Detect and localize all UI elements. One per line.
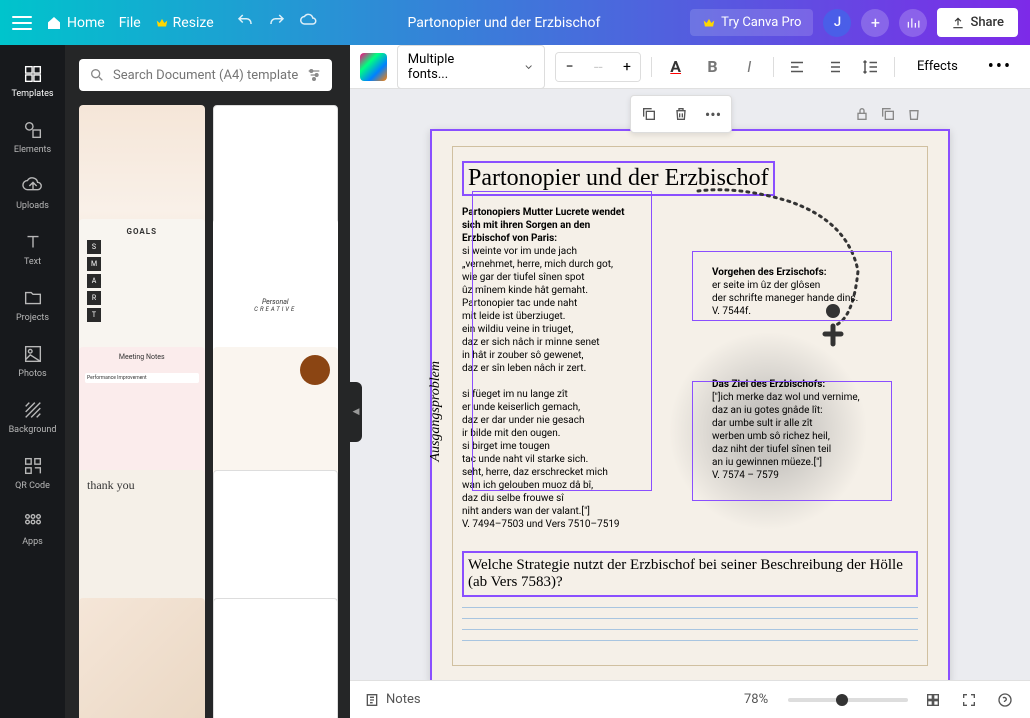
rail-qrcode[interactable]: QR Code xyxy=(0,445,65,501)
help-button[interactable] xyxy=(994,689,1016,711)
text-color-button[interactable]: A xyxy=(662,53,689,81)
crown-icon xyxy=(155,16,169,30)
home-icon xyxy=(46,15,62,31)
avatar[interactable]: J xyxy=(823,9,851,37)
font-size-plus[interactable]: + xyxy=(614,53,641,81)
templates-grid[interactable]: GOALS S M A R T Personal CREATIVE Meetin… xyxy=(79,91,344,718)
top-header: Home File Resize Partonopier und der Erz… xyxy=(0,0,1030,45)
left-body: si weinte vor im unde jach „vernehmet, h… xyxy=(462,246,613,517)
zoom-slider[interactable] xyxy=(788,698,908,702)
more-options-button[interactable]: ••• xyxy=(980,52,1020,81)
left-heading: Partonopiers Mutter Lucrete wendet sich … xyxy=(462,207,625,244)
template-thumb[interactable]: Notes xyxy=(79,598,205,718)
zoom-control: 78% xyxy=(744,692,908,707)
rail-templates[interactable]: Templates xyxy=(0,53,65,109)
rail-text[interactable]: Text xyxy=(0,221,65,277)
italic-button[interactable]: I xyxy=(736,53,763,81)
search-icon xyxy=(89,67,105,83)
duplicate-page-icon[interactable] xyxy=(877,103,899,125)
canvas-viewport[interactable]: ••• Partonopier und der Erzbischof Ausga… xyxy=(350,89,1030,680)
rail-elements[interactable]: Elements xyxy=(0,109,65,165)
search-wrap xyxy=(79,59,332,91)
chevron-down-icon xyxy=(523,61,534,73)
fullscreen-button[interactable] xyxy=(958,689,980,711)
font-size-control: − -- + xyxy=(555,52,641,82)
spacing-button[interactable] xyxy=(857,53,884,81)
try-pro-label: Try Canva Pro xyxy=(721,15,801,30)
left-verses: V. 7494–7503 und Vers 7510–7519 xyxy=(462,519,620,530)
main-area: Templates Elements Uploads Text Projects… xyxy=(0,45,1030,718)
editor-toolbar: Multiple fonts... − -- + A B I Effects •… xyxy=(350,45,1030,89)
delete-page-icon[interactable] xyxy=(903,103,925,125)
font-size-minus[interactable]: − xyxy=(556,53,583,81)
home-button[interactable]: Home xyxy=(46,15,105,31)
home-label: Home xyxy=(67,15,105,31)
divider xyxy=(894,57,895,77)
duplicate-button[interactable] xyxy=(635,100,663,128)
rail-background[interactable]: Background xyxy=(0,389,65,445)
rail-apps[interactable]: Apps xyxy=(0,501,65,557)
rail-projects[interactable]: Projects xyxy=(0,277,65,333)
topbar-left: Home File Resize xyxy=(12,12,318,34)
list-button[interactable] xyxy=(820,53,847,81)
add-member-button[interactable]: + xyxy=(861,9,889,37)
templates-panel: GOALS S M A R T Personal CREATIVE Meetin… xyxy=(65,45,350,718)
page-title[interactable]: Partonopier und der Erzbischof xyxy=(462,161,775,196)
rail-photos[interactable]: Photos xyxy=(0,333,65,389)
filter-icon[interactable] xyxy=(306,67,322,83)
font-size-value[interactable]: -- xyxy=(583,57,614,76)
file-button[interactable]: File xyxy=(119,15,141,31)
cloud-sync-icon[interactable] xyxy=(300,12,318,34)
upload-icon xyxy=(951,16,965,30)
canvas-area: Multiple fonts... − -- + A B I Effects •… xyxy=(350,45,1030,718)
right-body-1: er seite im ûz der glôsen der schrifte m… xyxy=(712,280,858,304)
try-pro-button[interactable]: Try Canva Pro xyxy=(690,9,813,36)
right-text-column[interactable]: Vorgehen des Erzischofs: er seite im ûz … xyxy=(712,206,892,531)
divider xyxy=(773,57,774,77)
lock-icon[interactable] xyxy=(851,103,873,125)
answer-lines[interactable] xyxy=(462,607,918,641)
font-family-select[interactable]: Multiple fonts... xyxy=(397,45,545,89)
share-label: Share xyxy=(970,15,1004,30)
document-page[interactable]: Partonopier und der Erzbischof Ausgangsp… xyxy=(430,129,950,680)
notes-icon xyxy=(364,692,380,708)
undo-button[interactable] xyxy=(236,12,254,34)
rail-uploads[interactable]: Uploads xyxy=(0,165,65,221)
resize-button[interactable]: Resize xyxy=(155,15,214,31)
right-verses-1: V. 7544f. xyxy=(712,306,751,317)
element-float-toolbar: ••• xyxy=(630,95,732,133)
effects-button[interactable]: Effects xyxy=(905,53,970,80)
redo-button[interactable] xyxy=(268,12,286,34)
vertical-label[interactable]: Ausgangsproblem xyxy=(428,361,444,462)
document-title[interactable]: Partonopier und der Erzbischof xyxy=(328,15,681,31)
align-button[interactable] xyxy=(784,53,811,81)
search-input[interactable] xyxy=(113,68,298,83)
left-text-column[interactable]: Partonopiers Mutter Lucrete wendet sich … xyxy=(462,206,632,531)
left-rail: Templates Elements Uploads Text Projects… xyxy=(0,45,65,718)
resize-label: Resize xyxy=(173,15,214,31)
more-button[interactable]: ••• xyxy=(699,100,727,128)
bold-button[interactable]: B xyxy=(699,53,726,81)
question-text[interactable]: Welche Strategie nutzt der Erzbischof be… xyxy=(462,551,918,597)
zoom-value: 78% xyxy=(744,692,778,707)
history-buttons xyxy=(236,12,318,34)
delete-button[interactable] xyxy=(667,100,695,128)
template-thumb[interactable] xyxy=(213,598,339,718)
notes-button[interactable]: Notes xyxy=(364,692,421,708)
crown-icon xyxy=(702,16,716,30)
right-heading-1: Vorgehen des Erzischofs: xyxy=(712,267,827,278)
divider xyxy=(651,57,652,77)
insights-button[interactable] xyxy=(899,9,927,37)
page-actions xyxy=(851,103,925,125)
right-verses-2: V. 7574 – 7579 xyxy=(712,470,779,481)
share-button[interactable]: Share xyxy=(937,8,1018,37)
hamburger-icon[interactable] xyxy=(12,16,32,30)
right-body-2: ["]ich merke daz wol und vernime, daz an… xyxy=(712,392,860,468)
grid-view-button[interactable] xyxy=(922,689,944,711)
bottom-bar: Notes 78% xyxy=(350,680,1030,718)
color-picker-button[interactable] xyxy=(360,53,387,81)
topbar-right: Try Canva Pro J + Share xyxy=(690,8,1018,37)
right-heading-2: Das Ziel des Erzbischofs: xyxy=(712,379,825,390)
